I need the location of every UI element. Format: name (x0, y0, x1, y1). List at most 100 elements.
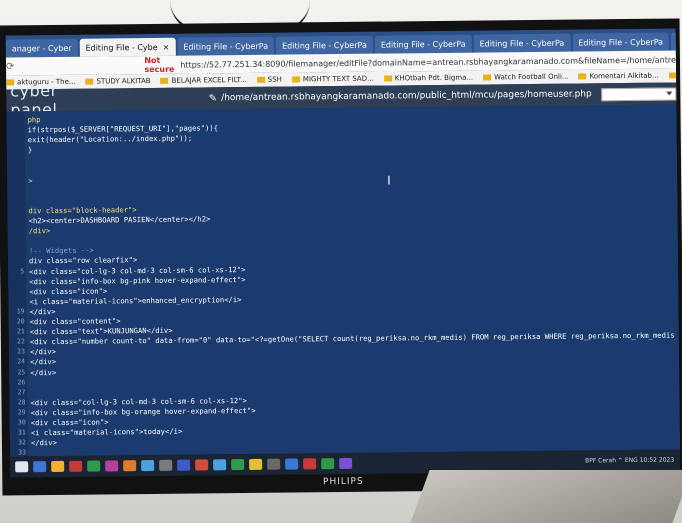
folder-icon (256, 76, 265, 83)
taskbar-app-icon[interactable] (159, 459, 173, 471)
code-text: if(strpos($_SERVER["REQUEST_URI"],"pages… (27, 123, 219, 135)
bookmark-item[interactable]: KHOtbah Pdt. Bigma... (383, 73, 474, 83)
taskbar-app-icon[interactable] (285, 458, 299, 470)
monitor-stand (410, 470, 682, 523)
line-number: 26 (17, 377, 26, 386)
taskbar-app-icon[interactable] (267, 458, 281, 470)
line-number: 28 (17, 398, 26, 407)
security-label[interactable]: Not secure (144, 56, 174, 74)
taskbar-app-icon[interactable] (303, 458, 317, 470)
folder-icon (483, 74, 492, 81)
line-number: 23 (17, 347, 26, 356)
browser-tab[interactable]: Editing File - CyberPa (473, 33, 571, 53)
close-icon[interactable]: × (163, 42, 170, 51)
bookmark-item[interactable]: SSH (256, 75, 282, 84)
browser-tab[interactable]: anager - Cyber (5, 38, 78, 58)
bookmark-item[interactable]: MIGHTY TEXT SAD... (291, 74, 374, 84)
line-number: 22 (16, 337, 25, 346)
code-text: <div class="icon"> (29, 286, 108, 296)
folder-icon (160, 77, 169, 84)
screen: anager - Cyber Editing File - Cybe × Editin… (5, 28, 681, 478)
taskbar-app-icon[interactable] (177, 459, 191, 471)
code-text: </div> (30, 367, 57, 377)
bookmark-label: MIGHTY TEXT SAD... (302, 74, 374, 84)
bookmark-label: BELAJAR EXCEL FILT... (171, 75, 247, 85)
code-text: <div class="info-box bg-pink hover-expan… (29, 274, 246, 286)
browser-tab[interactable]: Editing File - CyberPa (374, 34, 472, 54)
browser-tab[interactable]: Editing File - CyberPa (572, 32, 670, 52)
code-text: <div class="info-box bg-orange hover-exp… (30, 405, 256, 418)
tab-label: Editing File - CyberPa (479, 38, 565, 49)
taskbar-app-icon[interactable] (105, 460, 119, 472)
code-text: </div> (30, 357, 57, 367)
code-text: </div> (29, 306, 56, 317)
browser-tab[interactable]: Editing File - CyberPa (275, 35, 373, 55)
text-cursor: I (387, 173, 391, 188)
taskbar-app-icon[interactable] (69, 460, 83, 472)
code-text: div class="block-header"> (28, 205, 137, 216)
taskbar-app-icon[interactable] (231, 459, 245, 471)
bookmark-item[interactable]: streetchildkid - Y... (668, 71, 677, 80)
bookmark-label: KHOtbah Pdt. Bigma... (394, 73, 474, 83)
folder-icon (383, 75, 392, 82)
line-number: 24 (17, 357, 26, 366)
line-number: 30 (17, 418, 26, 427)
taskbar-app-icon[interactable] (249, 458, 263, 470)
photo-background: anager - Cyber Editing File - Cybe × Editin… (0, 0, 682, 523)
line-number: 21 (16, 327, 25, 336)
code-text: <i class="material-icons">today</i> (30, 426, 183, 438)
url-text[interactable]: https://52.77.251.34:8090/filemanager/ed… (180, 54, 680, 69)
line-number: 20 (16, 317, 25, 326)
code-text: } (27, 145, 33, 155)
folder-icon (291, 76, 300, 83)
code-text: </div> (29, 347, 56, 357)
taskbar-app-icon[interactable] (123, 460, 137, 472)
edit-icon: ✎ (208, 92, 218, 104)
line-number: 5 (20, 266, 25, 275)
code-text: /div> (28, 226, 51, 236)
code-editor[interactable]: I php if(strpos($_SERVER["REQUEST_URI"],… (6, 104, 680, 457)
line-number: 19 (16, 307, 25, 316)
code-text: !-- Widgets --> (28, 245, 94, 256)
start-icon[interactable] (15, 461, 29, 473)
bookmark-label: Komentari Alkitab... (589, 71, 659, 81)
taskbar-app-icon[interactable] (213, 459, 227, 471)
taskbar-app-icon[interactable] (33, 461, 47, 473)
taskbar-app-icon[interactable] (87, 460, 101, 472)
taskbar-app-icon[interactable] (195, 459, 209, 471)
line-number: 31 (17, 428, 26, 437)
taskbar-app-icon[interactable] (339, 457, 353, 470)
code-text: > (28, 175, 33, 185)
bookmark-label: STUDY ALKITAB (96, 76, 151, 86)
tab-label: Editing File - CyberPa (380, 39, 466, 50)
bookmark-label: SSH (267, 75, 282, 84)
code-text: php (27, 115, 41, 125)
line-number: 25 (17, 367, 26, 376)
refresh-icon[interactable]: ⟳ (6, 61, 15, 72)
taskbar-app-icon[interactable] (321, 458, 335, 470)
file-path: /home/antrean.rsbhayangkaramanado.com/pu… (221, 89, 592, 104)
line-number: 27 (17, 388, 26, 397)
code-text: <div class="content"> (29, 316, 121, 327)
code-text: </div> (30, 438, 57, 448)
folder-icon (578, 73, 587, 80)
code-text: div class="row clearfix"> (28, 255, 138, 266)
browser-tab[interactable]: Editing File - Cybe × (79, 37, 176, 57)
browser-tab[interactable]: Editing File - CyberPa (670, 31, 681, 51)
code-text: <div class="text">KUNJUNGAN</div> (29, 325, 173, 337)
taskbar-app-icon[interactable] (141, 459, 155, 472)
line-number: 29 (17, 408, 26, 417)
system-tray[interactable]: BPF Cerah ^ ENG 10:52 2023 (585, 457, 674, 465)
bookmark-label: Watch Football Onli... (494, 72, 569, 82)
bookmark-item[interactable]: Komentari Alkitab... (578, 71, 659, 81)
browser-tab[interactable]: Editing File - CyberPa (177, 36, 275, 56)
monitor: anager - Cyber Editing File - Cybe × Editin… (0, 18, 682, 496)
taskbar-app-icon[interactable] (51, 460, 65, 473)
bookmark-item[interactable]: BELAJAR EXCEL FILT... (160, 75, 247, 85)
bookmark-item[interactable]: Watch Football Onli... (483, 73, 569, 82)
code-text: <h2><center>DASHBOARD PASIEN</center></h… (28, 214, 211, 226)
theme-select[interactable] (601, 86, 677, 101)
tab-label: Editing File - Cybe (85, 42, 158, 53)
tab-label: Editing File - CyberPa (578, 37, 664, 48)
code-text: exit(header("Location:../index.php")); (27, 133, 193, 145)
